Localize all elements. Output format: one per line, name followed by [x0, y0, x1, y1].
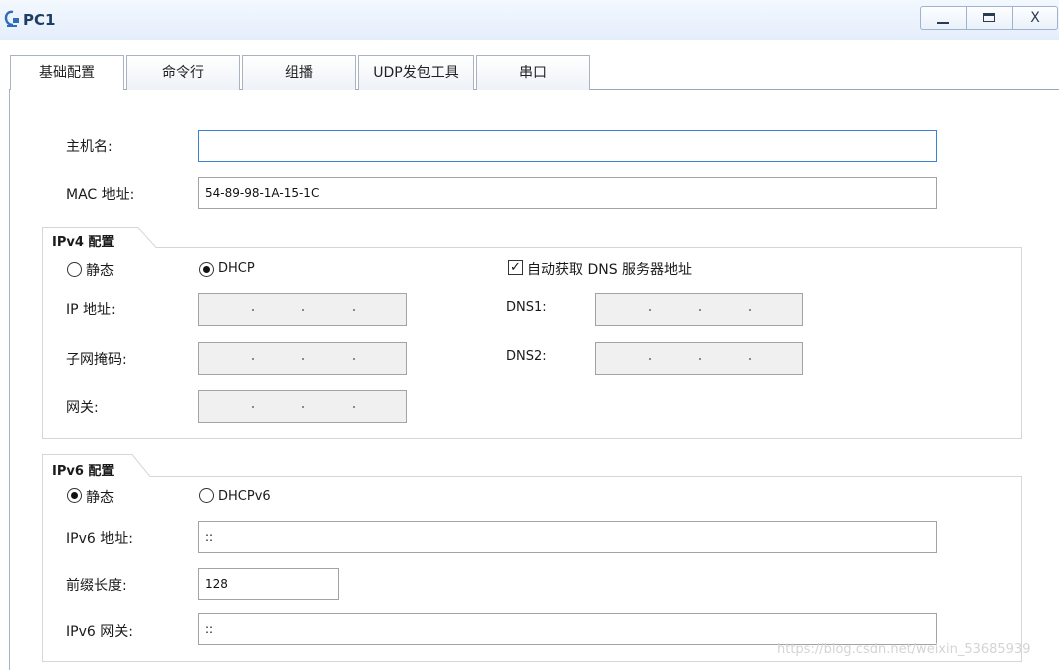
- tab-basic-config[interactable]: 基础配置: [10, 55, 124, 91]
- ipv4-static-label: 静态: [86, 263, 114, 279]
- gateway-label: 网关:: [66, 400, 99, 416]
- ipv6-static-label: 静态: [86, 490, 114, 506]
- maximize-button[interactable]: [966, 6, 1012, 30]
- auto-dns-checkbox[interactable]: ✓: [508, 260, 523, 275]
- ip-dot: [649, 309, 651, 311]
- watermark-text: https://blog.csdn.net/weixin_53685939: [777, 642, 1031, 657]
- dns2-label: DNS2:: [506, 349, 547, 364]
- ip-dot: [749, 358, 751, 360]
- ip-dot: [749, 309, 751, 311]
- hostname-label: 主机名:: [66, 139, 113, 155]
- prefix-length-field[interactable]: 128: [198, 568, 339, 600]
- ip-address-field[interactable]: [198, 293, 407, 326]
- ipv6-gateway-field[interactable]: ::: [198, 613, 937, 645]
- ipv6-dhcpv6-label: DHCPv6: [218, 489, 271, 504]
- mac-address-field[interactable]: 54-89-98-1A-15-1C: [198, 177, 937, 209]
- mac-label: MAC 地址:: [66, 187, 135, 203]
- ip-dot: [302, 406, 304, 408]
- hostname-input[interactable]: [198, 130, 937, 162]
- ipv6-address-label: IPv6 地址:: [66, 531, 133, 547]
- gateway-field[interactable]: [198, 390, 407, 423]
- close-button[interactable]: X: [1012, 6, 1058, 30]
- ipv6-address-field[interactable]: ::: [198, 521, 937, 553]
- ip-dot: [699, 358, 701, 360]
- tab-multicast[interactable]: 组播: [242, 55, 356, 90]
- ip-dot: [252, 309, 254, 311]
- ip-dot: [699, 309, 701, 311]
- ip-dot: [353, 309, 355, 311]
- dns1-label: DNS1:: [506, 300, 547, 315]
- dns1-field[interactable]: [595, 293, 803, 326]
- auto-dns-label: 自动获取 DNS 服务器地址: [527, 262, 693, 278]
- ip-dot: [302, 358, 304, 360]
- ip-dot: [353, 358, 355, 360]
- ipv6-group-title: IPv6 配置: [52, 464, 115, 479]
- tab-udp-tool[interactable]: UDP发包工具: [358, 55, 474, 90]
- minimize-icon: [937, 22, 949, 24]
- title-bar: [0, 0, 1059, 40]
- close-icon: X: [1030, 10, 1040, 26]
- ipv4-static-radio[interactable]: [67, 262, 82, 277]
- ip-address-label: IP 地址:: [66, 302, 116, 318]
- ipv4-group-title: IPv4 配置: [52, 235, 115, 250]
- prefix-length-label: 前缀长度:: [66, 578, 127, 594]
- minimize-button[interactable]: [920, 6, 966, 30]
- ipv6-dhcpv6-radio[interactable]: [199, 488, 214, 503]
- window-title: PC1: [23, 11, 56, 29]
- maximize-icon: [983, 13, 995, 22]
- dns2-field[interactable]: [595, 342, 803, 375]
- ipv4-dhcp-radio[interactable]: [199, 262, 214, 277]
- network-pc-icon: [4, 10, 19, 27]
- ipv4-dhcp-label: DHCP: [218, 261, 255, 276]
- subnet-mask-field[interactable]: [198, 342, 407, 375]
- ipv6-static-radio[interactable]: [67, 488, 82, 503]
- tab-command-line[interactable]: 命令行: [126, 55, 240, 90]
- ip-dot: [353, 406, 355, 408]
- ipv6-gateway-label: IPv6 网关:: [66, 624, 133, 640]
- ip-dot: [302, 309, 304, 311]
- ip-dot: [252, 358, 254, 360]
- ip-dot: [649, 358, 651, 360]
- subnet-mask-label: 子网掩码:: [66, 352, 127, 368]
- ip-dot: [252, 406, 254, 408]
- tab-serial-port[interactable]: 串口: [476, 55, 590, 90]
